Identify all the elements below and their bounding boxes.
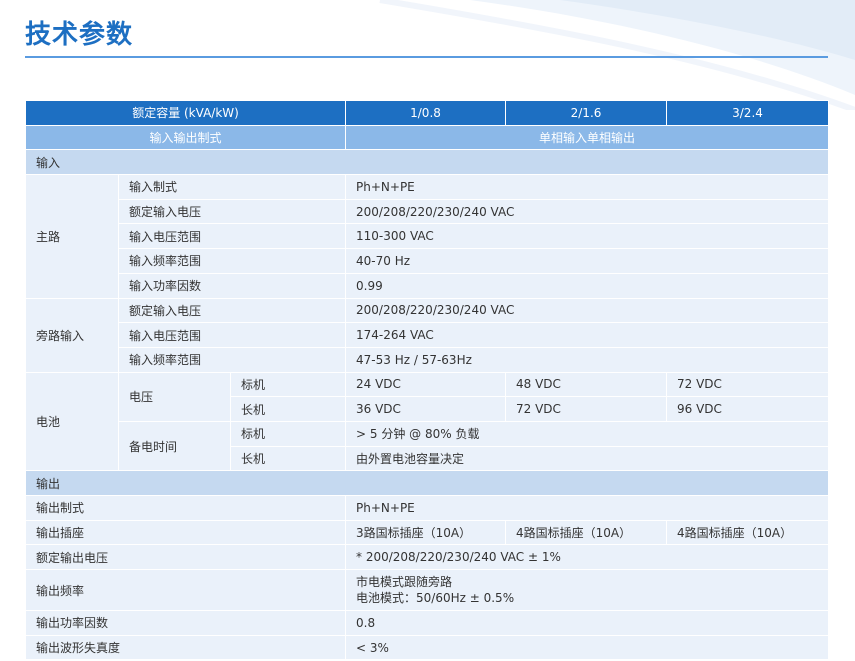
row-label: 输出功率因数	[24, 610, 347, 636]
table-row: 输出功率因数 0.8	[24, 610, 830, 636]
io-mode-label: 输入输出制式	[24, 124, 347, 151]
input-section-label: 输入	[24, 149, 830, 176]
row-value: 72 VDC	[505, 396, 668, 422]
table-row: 输出频率 市电模式跟随旁路 电池模式：50/60Hz ± 0.5%	[24, 569, 830, 612]
table-row: 输入频率范围 47-53 Hz / 57-63Hz	[26, 346, 830, 373]
standard-model-label: 标机	[229, 371, 347, 398]
capacity-header: 额定容量 (kVA/kW)	[24, 100, 347, 126]
row-label: 输入制式	[117, 174, 347, 200]
row-label: 输出频率	[24, 569, 347, 612]
table-row: 输入频率范围 40-70 Hz	[26, 248, 830, 274]
long-model-label: 长机	[229, 396, 347, 422]
row-value: 174-264 VAC	[345, 322, 830, 348]
row-value: 40-70 Hz	[345, 248, 830, 274]
row-value: > 5 分钟 @ 80% 负载	[345, 420, 830, 447]
row-label: 输入功率因数	[117, 272, 347, 299]
table-row: 输入电压范围 110-300 VAC	[26, 223, 830, 250]
row-value: 200/208/220/230/240 VAC	[345, 297, 830, 324]
table-row: 输入功率因数 0.99	[26, 272, 830, 299]
row-label: 额定输入电压	[117, 198, 347, 225]
row-label: 输入电压范围	[117, 322, 347, 348]
row-value: 47-53 Hz / 57-63Hz	[345, 346, 830, 373]
row-label: 输入频率范围	[117, 346, 347, 373]
main-input-label: 主路	[25, 174, 119, 299]
title-underline	[25, 56, 828, 58]
row-value: 市电模式跟随旁路 电池模式：50/60Hz ± 0.5%	[345, 569, 830, 612]
page-title: 技术参数	[25, 20, 134, 50]
io-mode-row: 输入输出制式 单相输入单相输出	[24, 124, 830, 151]
table-header-row: 额定容量 (kVA/kW) 1/0.8 2/1.6 3/2.4	[24, 100, 830, 126]
row-value: 200/208/220/230/240 VAC	[345, 198, 830, 225]
backup-time-label: 备电时间	[118, 420, 231, 472]
battery-voltage-label: 电压	[118, 371, 231, 422]
spec-table: 额定容量 (kVA/kW) 1/0.8 2/1.6 3/2.4 输入输出制式 单…	[24, 100, 830, 661]
table-row: 主路 输入制式 Ph+N+PE	[25, 174, 830, 299]
table-row: 输出制式 Ph+N+PE	[24, 495, 830, 521]
row-label: 额定输出电压	[24, 544, 347, 571]
row-label: 输入电压范围	[117, 223, 347, 250]
row-value: 72 VDC	[666, 371, 830, 398]
input-section-row: 输入	[24, 149, 830, 176]
row-value: 0.99	[345, 272, 830, 299]
row-value: 0.8	[345, 610, 830, 636]
output-section-label: 输出	[24, 470, 830, 496]
row-value: 36 VDC	[345, 396, 507, 422]
table-row: 输出插座 3路国标插座（10A） 4路国标插座（10A） 4路国标插座（10A）	[24, 519, 830, 546]
table-row: 电池 电压 标机 24 VDC 48 VDC 72 VDC	[25, 371, 830, 472]
row-label: 输入频率范围	[117, 248, 347, 274]
battery-label: 电池	[25, 371, 119, 472]
table-row: 备电时间 标机 > 5 分钟 @ 80% 负载	[26, 420, 830, 472]
row-label: 额定输入电压	[117, 297, 347, 324]
io-mode-value: 单相输入单相输出	[345, 124, 830, 151]
table-row: 额定输出电压 * 200/208/220/230/240 VAC ± 1%	[24, 544, 830, 571]
row-value: 4路国标插座（10A）	[666, 519, 830, 546]
frequency-line-2: 电池模式：50/60Hz ± 0.5%	[356, 591, 515, 606]
frequency-line-1: 市电模式跟随旁路	[356, 575, 453, 590]
standard-model-label: 标机	[229, 420, 347, 447]
row-label: 输出制式	[24, 495, 347, 521]
row-value: 由外置电池容量决定	[345, 445, 830, 472]
row-value: Ph+N+PE	[345, 174, 830, 200]
row-value: 4路国标插座（10A）	[505, 519, 668, 546]
row-label: 输出波形失真度	[24, 634, 347, 661]
row-value: 24 VDC	[345, 371, 507, 398]
bypass-input-label: 旁路输入	[25, 297, 119, 373]
row-label: 输出插座	[24, 519, 347, 546]
row-value: 110-300 VAC	[345, 223, 830, 250]
table-row: 输出波形失真度 < 3%	[24, 634, 830, 661]
row-value: 48 VDC	[505, 371, 668, 398]
table-row: 旁路输入 额定输入电压 200/208/220/230/240 VAC	[25, 297, 830, 373]
row-value: 3路国标插座（10A）	[345, 519, 507, 546]
output-section-row: 输出	[24, 470, 830, 496]
row-value: < 3%	[345, 634, 830, 661]
row-value: 96 VDC	[666, 396, 830, 422]
model-3-header: 3/2.4	[666, 100, 830, 126]
model-1-header: 1/0.8	[345, 100, 507, 126]
row-value: Ph+N+PE	[345, 495, 830, 521]
row-value: * 200/208/220/230/240 VAC ± 1%	[345, 544, 830, 571]
table-row: 额定输入电压 200/208/220/230/240 VAC	[26, 198, 830, 225]
model-2-header: 2/1.6	[505, 100, 668, 126]
long-model-label: 长机	[229, 445, 347, 472]
table-row: 输入电压范围 174-264 VAC	[26, 322, 830, 348]
